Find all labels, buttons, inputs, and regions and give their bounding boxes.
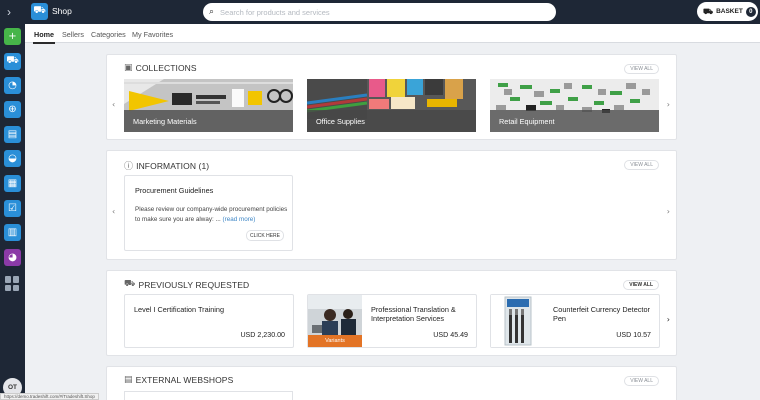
storefront-icon[interactable]: ▦	[4, 175, 21, 192]
collection-label: Office Supplies	[307, 110, 476, 132]
product-card-translation[interactable]: Variants Professional Translation & Inte…	[307, 294, 477, 348]
external-webshops-section: ▤ EXTERNAL WEBSHOPS VIEW ALL	[106, 366, 677, 400]
product-thumbnail	[491, 295, 545, 347]
external-webshops-heading: EXTERNAL WEBSHOPS	[135, 375, 234, 385]
information-section: ⓘ INFORMATION (1) VIEW ALL ‹ › Procureme…	[106, 150, 677, 260]
collection-tile-office-supplies[interactable]: Office Supplies	[307, 79, 476, 132]
search-icon: ⌕	[209, 7, 215, 17]
collections-heading: COLLECTIONS	[135, 63, 197, 73]
expand-chevron-icon[interactable]: ›	[7, 5, 11, 19]
apps-grid-icon[interactable]	[5, 276, 20, 291]
product-name: Counterfeit Currency Detector Pen	[553, 305, 650, 323]
basket-label: BASKET	[716, 8, 743, 15]
read-more-link[interactable]: (read more)	[223, 216, 256, 223]
left-rail: › + ⛟ ◔ ⊕ ▤ ◒ ▦ ☑ ▥ ◕ OT	[0, 0, 25, 400]
info-card-body: Please review our company-wide procureme…	[135, 206, 288, 223]
previously-requested-next-arrow-icon[interactable]: ›	[667, 315, 670, 324]
dashboard-icon[interactable]: ◒	[4, 150, 21, 167]
product-price: USD 45.49	[433, 331, 468, 339]
tab-bar: Home Sellers Categories My Favorites	[25, 24, 760, 44]
pie-chart-icon[interactable]: ◔	[4, 77, 21, 94]
pie-purple-icon[interactable]: ◕	[4, 249, 21, 266]
collections-prev-arrow-icon[interactable]: ‹	[112, 100, 115, 109]
cart-history-icon: ⛟	[124, 279, 136, 289]
tab-categories[interactable]: Categories	[91, 30, 126, 39]
external-webshops-view-all-button[interactable]: VIEW ALL	[624, 376, 659, 386]
shop-cart-icon: ⛟	[31, 3, 48, 20]
collection-label: Marketing Materials	[124, 110, 293, 132]
collection-tile-marketing[interactable]: Marketing Materials	[124, 79, 293, 132]
tab-my-favorites[interactable]: My Favorites	[132, 30, 173, 39]
collections-next-arrow-icon[interactable]: ›	[667, 100, 670, 109]
product-thumbnail: Variants	[308, 295, 362, 347]
tab-home[interactable]: Home	[33, 30, 55, 44]
plus-icon[interactable]: +	[4, 28, 21, 45]
previously-requested-view-all-button[interactable]: VIEW ALL	[623, 280, 659, 290]
product-price: USD 10.57	[616, 331, 651, 339]
basket-icon: ⛟	[703, 6, 714, 16]
top-bar: ⛟ Shop ⌕ ⛟ BASKET 0	[25, 0, 760, 24]
cart-icon[interactable]: ⛟	[4, 53, 21, 70]
product-name: Level I Certification Training	[134, 305, 225, 314]
app-title: Shop	[52, 6, 72, 16]
information-next-arrow-icon[interactable]: ›	[667, 207, 670, 216]
collections-section: ▣ COLLECTIONS VIEW ALL ‹ › Marketing Mat…	[106, 54, 677, 140]
product-name: Professional Translation & Interpretatio…	[371, 305, 456, 323]
webshop-icon: ▤	[124, 375, 133, 385]
previously-requested-section: ⛟ PREVIOUSLY REQUESTED VIEW ALL › Level …	[106, 270, 677, 356]
previously-requested-heading: PREVIOUSLY REQUESTED	[138, 279, 250, 290]
variants-badge: Variants	[308, 335, 362, 347]
search-bar[interactable]: ⌕	[203, 3, 556, 21]
detector-pen-image	[491, 295, 545, 347]
tab-sellers[interactable]: Sellers	[62, 30, 84, 39]
search-input[interactable]	[220, 7, 541, 17]
click-here-button[interactable]: CLICK HERE	[246, 230, 284, 241]
basket-count-badge: 0	[745, 6, 756, 17]
product-card-certification[interactable]: Level I Certification Training USD 2,230…	[124, 294, 294, 348]
collections-icon: ▣	[124, 63, 133, 73]
basket-button[interactable]: ⛟ BASKET 0	[697, 2, 758, 21]
info-card-title: Procurement Guidelines	[135, 186, 214, 195]
information-heading: INFORMATION (1)	[136, 160, 210, 171]
webshop-card[interactable]	[124, 391, 293, 400]
checklist-icon[interactable]: ☑	[4, 200, 21, 217]
info-icon: ⓘ	[124, 162, 134, 172]
clipboard-icon[interactable]: ▥	[4, 224, 21, 241]
status-url: https://demo.tradeshift.com/#/Tradeshift…	[0, 393, 99, 400]
product-card-detector-pen[interactable]: Counterfeit Currency Detector Pen USD 10…	[490, 294, 660, 348]
collections-view-all-button[interactable]: VIEW ALL	[624, 64, 659, 74]
document-search-icon[interactable]: ▤	[4, 126, 21, 143]
globe-icon[interactable]: ⊕	[4, 101, 21, 118]
collection-label: Retail Equipment	[490, 110, 659, 132]
collection-tile-retail-equipment[interactable]: Retail Equipment	[490, 79, 659, 132]
product-price: USD 2,230.00	[240, 331, 285, 339]
information-prev-arrow-icon[interactable]: ‹	[112, 207, 115, 216]
info-card: Procurement Guidelines Please review our…	[124, 175, 293, 251]
information-view-all-button[interactable]: VIEW ALL	[624, 160, 659, 170]
